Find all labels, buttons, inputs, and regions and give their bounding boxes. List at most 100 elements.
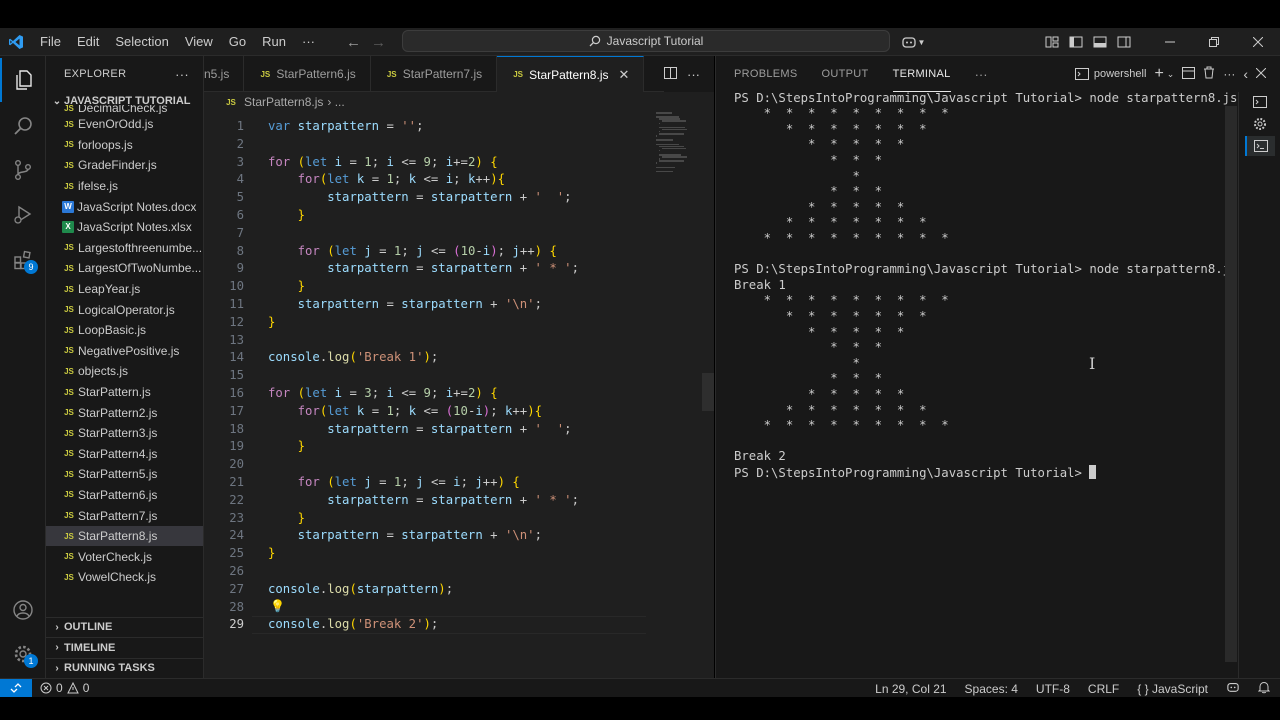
code-line[interactable]: 1 var starpattern = ''; xyxy=(204,118,644,136)
indentation[interactable]: Spaces: 4 xyxy=(965,682,1018,696)
file-item[interactable]: JS LeapYear.js xyxy=(46,279,203,300)
new-terminal-icon[interactable]: + xyxy=(1154,65,1163,83)
code-line[interactable]: 26 xyxy=(204,563,644,581)
file-item[interactable]: JS ifelse.js xyxy=(46,176,203,197)
extensions-icon[interactable]: 9 xyxy=(0,238,46,282)
file-item[interactable]: JS StarPattern5.js xyxy=(46,464,203,485)
file-item[interactable]: JS VowelCheck.js xyxy=(46,567,203,588)
toggle-primary-sidebar-icon[interactable] xyxy=(1064,28,1088,56)
shell-name[interactable]: powershell xyxy=(1094,68,1147,80)
code-line[interactable]: 3 for (let i = 1; i <= 9; i+=2) { xyxy=(204,154,644,172)
trash-icon[interactable] xyxy=(1203,66,1215,82)
file-item[interactable]: JS StarPattern2.js xyxy=(46,402,203,423)
source-control-icon[interactable] xyxy=(0,148,46,192)
file-item[interactable]: JS StarPattern8.js xyxy=(46,525,203,547)
code-line[interactable]: 16 for (let i = 3; i <= 9; i+=2) { xyxy=(204,385,644,403)
code-line[interactable]: 12} xyxy=(204,314,644,332)
code-line[interactable]: 21 for (let j = 1; j <= i; j++) { xyxy=(204,474,644,492)
file-item[interactable]: JS EvenOrOdd.js xyxy=(46,114,203,135)
file-item[interactable]: JS Largestofthreenumbe... xyxy=(46,238,203,259)
forward-arrow-icon[interactable]: → xyxy=(371,34,386,51)
code-line[interactable]: 22 starpattern = starpattern + ' * '; xyxy=(204,492,644,510)
menu-item-selection[interactable]: Selection xyxy=(107,28,176,56)
language-mode[interactable]: { } JavaScript xyxy=(1137,682,1208,696)
code-line[interactable]: 9 starpattern = starpattern + ' * '; xyxy=(204,260,644,278)
breadcrumb-file[interactable]: StarPattern8.js xyxy=(244,95,323,109)
code-line[interactable]: 20 xyxy=(204,456,644,474)
file-item[interactable]: JS StarPattern7.js xyxy=(46,505,203,526)
command-center-search[interactable]: Javascript Tutorial xyxy=(402,30,890,52)
minimize-button[interactable] xyxy=(1148,28,1192,56)
more-actions-icon[interactable]: ··· xyxy=(175,67,189,82)
editor-scrollbar[interactable] xyxy=(702,373,714,411)
explorer-icon[interactable] xyxy=(0,58,46,102)
file-item[interactable]: JS VoterCheck.js xyxy=(46,546,203,567)
split-editor-icon[interactable] xyxy=(664,66,677,82)
copilot-icon[interactable]: ▼ xyxy=(896,28,930,56)
file-item[interactable]: JS DecimalCheck.js xyxy=(46,105,203,114)
customize-layout-icon[interactable] xyxy=(1040,28,1064,56)
code-line[interactable]: 25} xyxy=(204,545,644,563)
code-line[interactable]: 10 } xyxy=(204,278,644,296)
code-line[interactable]: 2 xyxy=(204,136,644,154)
editor-tab[interactable]: n5.js xyxy=(190,56,245,92)
code-line[interactable]: 6 } xyxy=(204,207,644,225)
breadcrumb-more[interactable]: › ... xyxy=(327,95,344,109)
copilot-status-icon[interactable] xyxy=(1226,681,1240,696)
toggle-secondary-sidebar-icon[interactable] xyxy=(1112,28,1136,56)
file-item[interactable]: JS objects.js xyxy=(46,361,203,382)
file-item[interactable]: JS StarPattern4.js xyxy=(46,444,203,465)
end-of-line[interactable]: CRLF xyxy=(1088,682,1119,696)
menu-item-edit[interactable]: Edit xyxy=(69,28,107,56)
chevron-down-icon[interactable]: ⌄ xyxy=(1167,69,1175,80)
file-item[interactable]: JS NegativePositive.js xyxy=(46,341,203,362)
file-item[interactable]: JS StarPattern3.js xyxy=(46,423,203,444)
split-terminal-icon[interactable] xyxy=(1182,66,1196,82)
run-debug-icon[interactable] xyxy=(0,192,46,236)
debug-gear-icon[interactable] xyxy=(1245,114,1275,134)
file-item[interactable]: X JavaScript Notes.xlsx xyxy=(46,217,203,238)
code-editor[interactable]: 1 var starpattern = ''; 2 3 for (let i = 1; … xyxy=(204,112,714,678)
close-window-button[interactable] xyxy=(1236,28,1280,56)
code-line[interactable]: 14 console.log('Break 1'); xyxy=(204,349,644,367)
code-line[interactable]: 5 starpattern = starpattern + ' '; xyxy=(204,189,644,207)
file-item[interactable]: JS GradeFinder.js xyxy=(46,155,203,176)
editor-tab[interactable]: JS StarPattern6.js xyxy=(244,56,371,92)
code-line[interactable]: 18 starpattern = starpattern + ' '; xyxy=(204,421,644,439)
chevron-left-icon[interactable]: ‹ xyxy=(1243,66,1248,82)
more-menu-icon[interactable]: ··· xyxy=(294,28,323,56)
menu-item-file[interactable]: File xyxy=(32,28,69,56)
code-line[interactable]: 17 for(let k = 1; k <= (10-i); k++){ xyxy=(204,403,644,421)
code-line[interactable]: 19 } xyxy=(204,438,644,456)
code-line[interactable]: 29 console.log('Break 2'); xyxy=(204,616,644,634)
accounts-icon[interactable] xyxy=(0,588,46,632)
file-item[interactable]: W JavaScript Notes.docx xyxy=(46,196,203,217)
minimap[interactable] xyxy=(650,112,700,232)
notifications-bell-icon[interactable] xyxy=(1257,681,1271,697)
code-line[interactable]: 13 xyxy=(204,332,644,350)
code-line[interactable]: 24 starpattern = starpattern + '\n'; xyxy=(204,527,644,545)
remote-indicator-icon[interactable] xyxy=(0,678,32,698)
close-tab-icon[interactable]: ✕ xyxy=(618,67,629,83)
panel-more-icon[interactable]: ··· xyxy=(975,67,988,82)
code-line[interactable]: 27 console.log(starpattern); xyxy=(204,581,644,599)
code-line[interactable]: 8 for (let j = 1; j <= (10-i); j++) { xyxy=(204,243,644,261)
terminal-output[interactable]: PS D:\StepsIntoProgramming\Javascript Tu… xyxy=(734,90,1237,650)
section-outline[interactable]: › OUTLINE xyxy=(46,616,203,638)
powershell-instance-icon[interactable] xyxy=(1245,136,1275,156)
code-line[interactable]: 4 for(let k = 1; k <= i; k++){ xyxy=(204,171,644,189)
back-arrow-icon[interactable]: ← xyxy=(346,34,361,51)
file-item[interactable]: JS LargestOfTwoNumbe... xyxy=(46,258,203,279)
search-icon[interactable] xyxy=(0,104,46,148)
file-item[interactable]: JS forloops.js xyxy=(46,135,203,156)
code-line[interactable]: 11 starpattern = starpattern + '\n'; xyxy=(204,296,644,314)
editor-tab[interactable]: JS StarPattern8.js ✕ xyxy=(497,56,645,92)
terminal-instance-icon[interactable] xyxy=(1245,92,1275,112)
manage-gear-icon[interactable]: 1 xyxy=(0,632,46,676)
file-item[interactable]: JS LoopBasic.js xyxy=(46,320,203,341)
file-item[interactable]: JS StarPattern6.js xyxy=(46,485,203,506)
restore-button[interactable] xyxy=(1192,28,1236,56)
encoding[interactable]: UTF-8 xyxy=(1036,682,1070,696)
menu-item-view[interactable]: View xyxy=(177,28,221,56)
section-running-tasks[interactable]: › RUNNING TASKS xyxy=(46,657,203,679)
